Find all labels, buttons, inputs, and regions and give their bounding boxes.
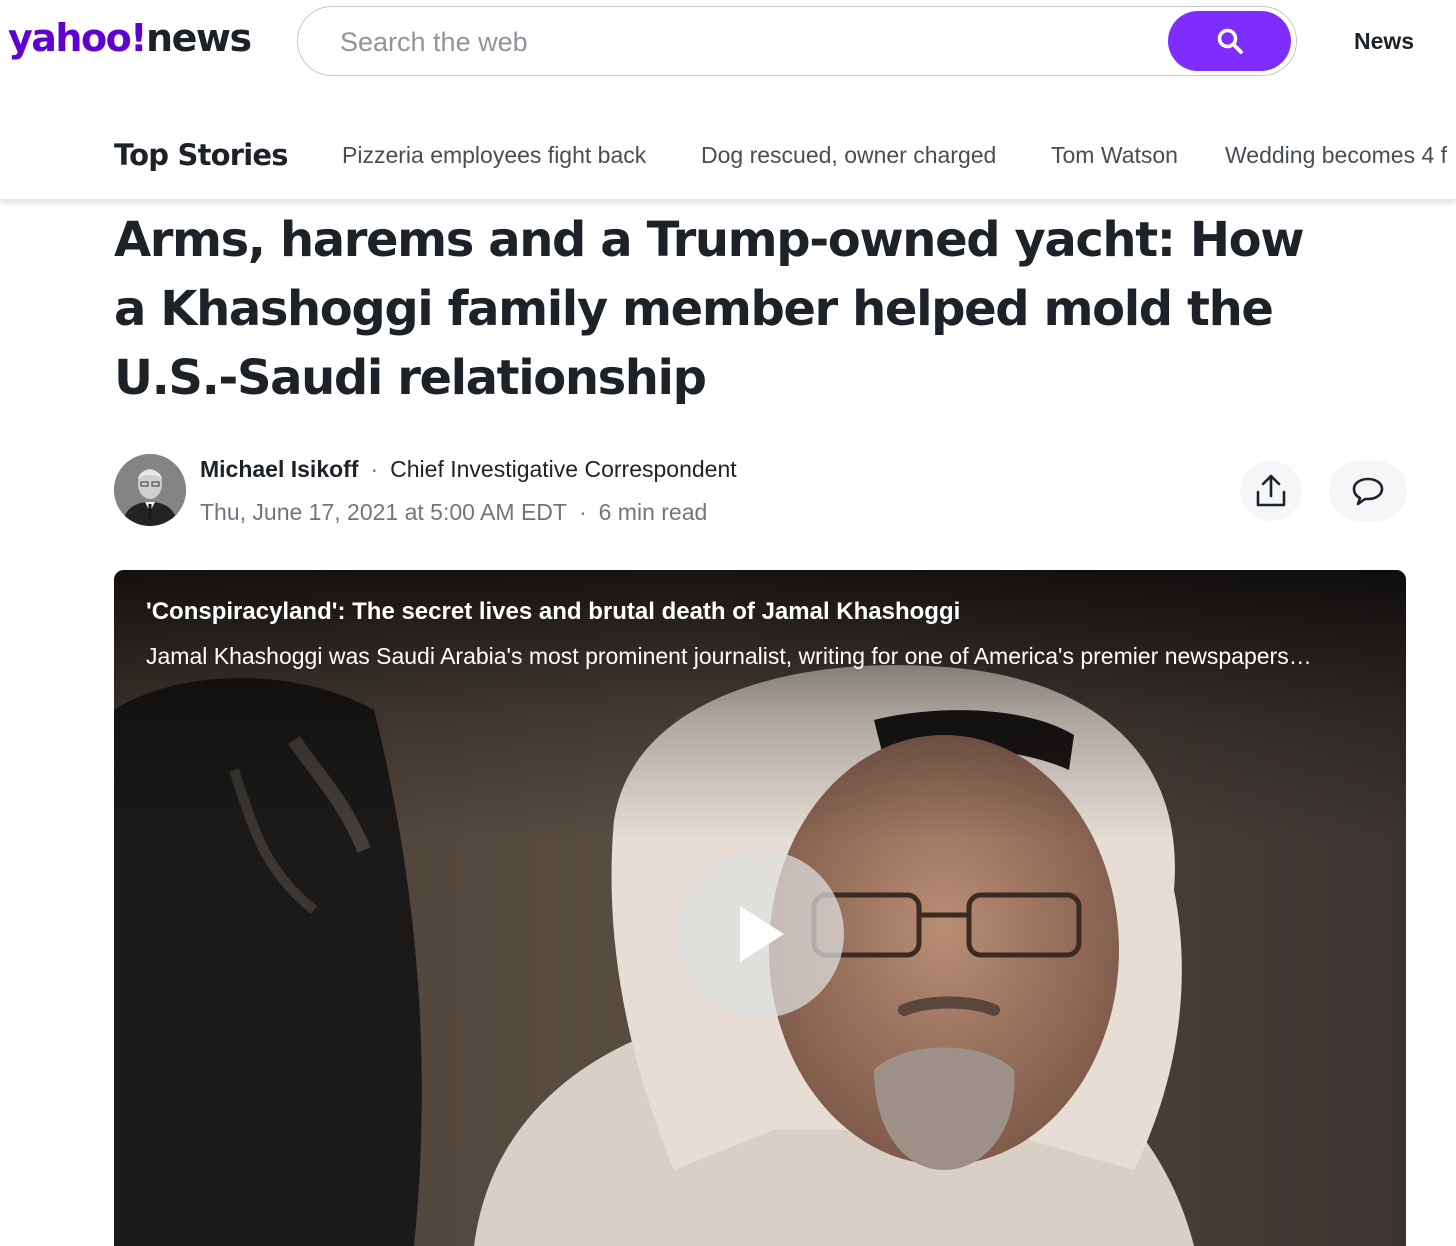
- search-icon: [1217, 28, 1243, 54]
- search-bar: [297, 6, 1297, 76]
- share-button[interactable]: [1240, 461, 1302, 521]
- video-title[interactable]: 'Conspiracyland': The secret lives and b…: [146, 598, 960, 626]
- search-button[interactable]: [1168, 11, 1291, 71]
- author-avatar[interactable]: [114, 454, 186, 526]
- video-description: Jamal Khashoggi was Saudi Arabia's most …: [146, 643, 1312, 669]
- sub-navigation: Top Stories Pizzeria employees fight bac…: [0, 112, 1456, 200]
- byline-author: Michael Isikoff · Chief Investigative Corr…: [200, 456, 737, 483]
- share-icon: [1256, 474, 1286, 507]
- play-button[interactable]: [676, 850, 844, 1018]
- trending-link[interactable]: Wedding becomes 4 f: [1225, 142, 1447, 169]
- news-nav-link[interactable]: News: [1354, 28, 1414, 55]
- article-headline: Arms, harems and a Trump-owned yacht: Ho…: [114, 212, 1305, 406]
- trending-link[interactable]: Tom Watson: [1051, 142, 1178, 169]
- byline-meta: Thu, June 17, 2021 at 5:00 AM EDT · 6 min …: [200, 499, 707, 526]
- section-title[interactable]: Top Stories: [114, 138, 289, 172]
- author-name[interactable]: Michael Isikoff: [200, 456, 358, 482]
- comment-button[interactable]: [1329, 461, 1407, 521]
- yahoo-news-logo[interactable]: yahoo!news: [8, 14, 252, 62]
- trending-link[interactable]: Pizzeria employees fight back: [342, 142, 646, 169]
- publish-date: Thu, June 17, 2021 at 5:00 AM EDT: [200, 499, 567, 525]
- separator-dot: ·: [370, 456, 379, 482]
- separator-dot: ·: [578, 499, 587, 525]
- logo-section: news: [146, 16, 252, 60]
- avatar-image: [114, 454, 186, 526]
- video-player[interactable]: 'Conspiracyland': The secret lives and b…: [114, 570, 1406, 1246]
- author-role: Chief Investigative Correspondent: [390, 456, 737, 482]
- read-time: 6 min read: [598, 499, 708, 525]
- site-header: yahoo!news News: [0, 0, 1456, 88]
- comment-icon: [1352, 477, 1384, 506]
- trending-link[interactable]: Dog rescued, owner charged: [701, 142, 996, 169]
- play-icon: [740, 906, 784, 962]
- search-input[interactable]: [338, 21, 1162, 63]
- logo-brand: yahoo!: [8, 16, 148, 60]
